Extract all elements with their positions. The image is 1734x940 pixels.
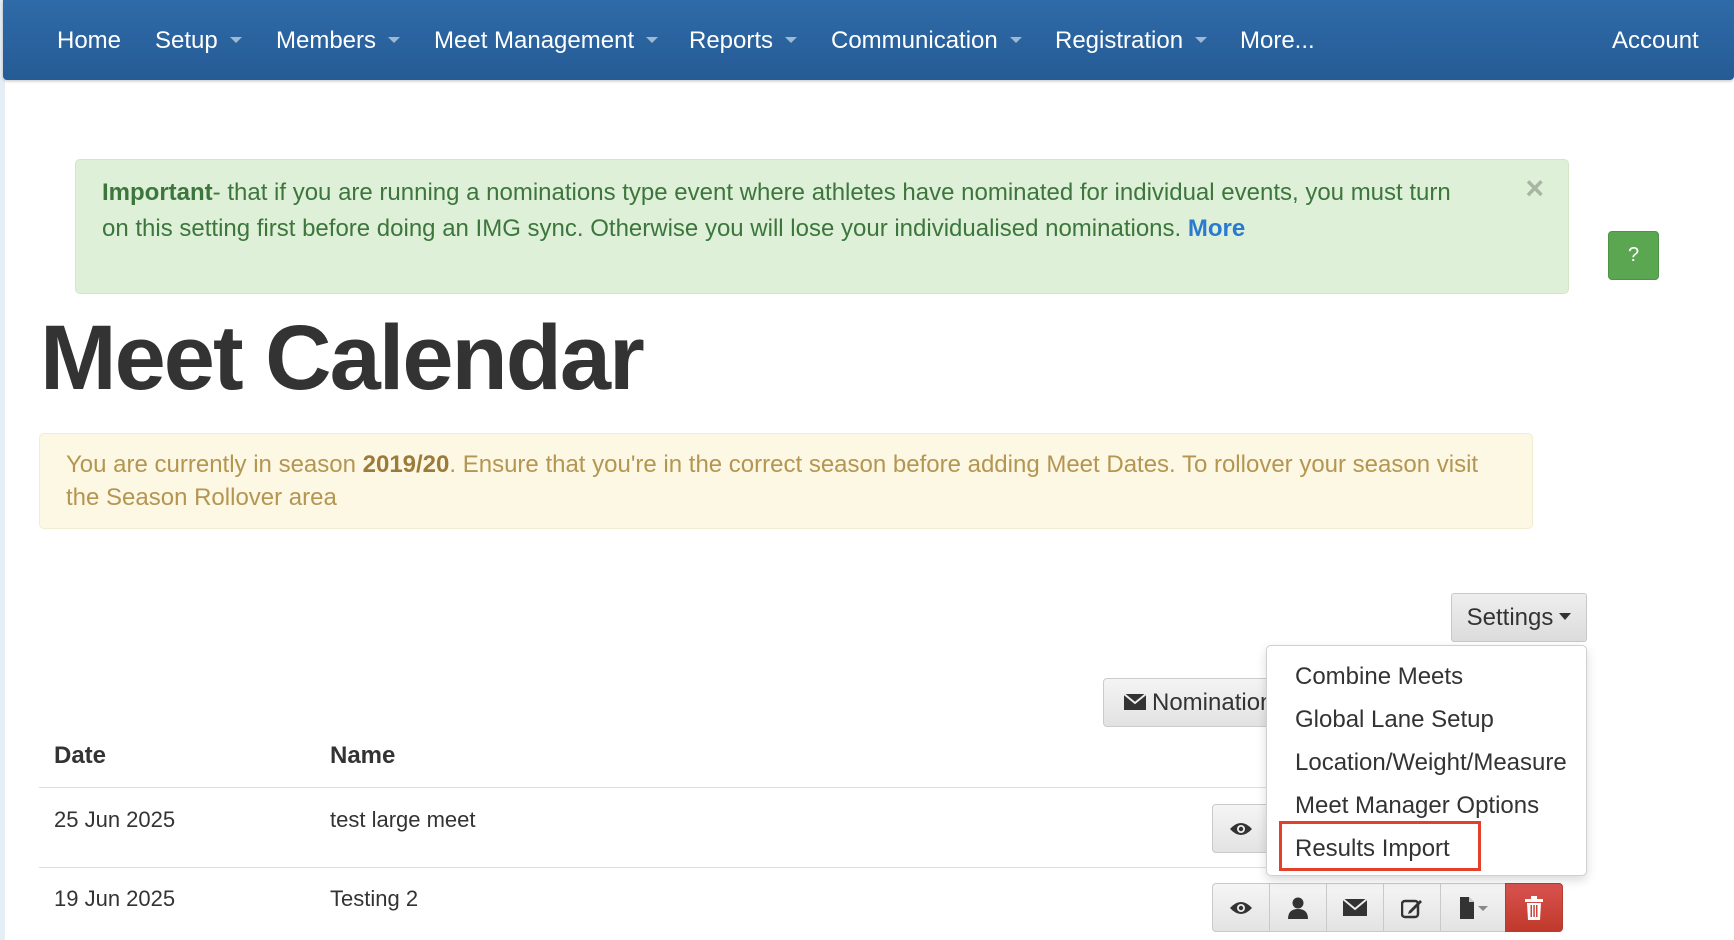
caret-down-icon (1009, 36, 1022, 43)
important-alert: Important- that if you are running a nom… (75, 159, 1569, 294)
caret-down-icon (388, 36, 401, 43)
left-edge-strip (0, 0, 5, 940)
table-header-name: Name (330, 742, 396, 769)
file-icon (1460, 896, 1488, 919)
envelope-icon (1343, 899, 1367, 916)
caret-down-icon (1195, 36, 1208, 43)
row-date: 25 Jun 2025 (54, 807, 176, 832)
delete-button[interactable] (1505, 883, 1563, 932)
nav-communication[interactable]: Communication (831, 26, 1022, 56)
menu-item-combine-meets[interactable]: Combine Meets (1267, 655, 1586, 698)
nav-reports[interactable]: Reports (689, 26, 798, 56)
email-button[interactable] (1326, 883, 1384, 932)
important-alert-text: Important- that if you are running a nom… (102, 179, 1451, 242)
help-button[interactable]: ? (1608, 231, 1659, 280)
row-name[interactable]: Testing 2 (330, 886, 418, 912)
row-name[interactable]: test large meet (330, 807, 476, 833)
more-link[interactable]: More (1188, 215, 1245, 242)
table-header-date: Date (54, 742, 107, 769)
nav-setup[interactable]: Setup (155, 26, 242, 56)
season-alert-text: You are currently in season 2019/20. Ens… (66, 451, 1479, 511)
caret-down-icon (1559, 613, 1572, 621)
menu-item-location-weight-measure[interactable]: Location/Weight/Measure (1267, 741, 1586, 784)
nav-account[interactable]: Account (1612, 26, 1699, 56)
season-alert: You are currently in season 2019/20. Ens… (39, 433, 1533, 529)
view-button[interactable] (1212, 883, 1270, 932)
settings-button[interactable]: Settings (1451, 593, 1587, 642)
documents-dropdown-button[interactable] (1440, 883, 1506, 932)
nav-registration[interactable]: Registration (1055, 26, 1208, 56)
nav-more[interactable]: More... (1240, 26, 1315, 56)
menu-item-results-import[interactable]: Results Import (1267, 827, 1586, 870)
edit-icon (1401, 899, 1422, 918)
close-icon[interactable]: × (1525, 172, 1544, 204)
settings-dropdown-menu: Combine Meets Global Lane Setup Location… (1266, 645, 1587, 876)
caret-down-icon (229, 36, 242, 43)
page-title: Meet Calendar (40, 307, 645, 409)
edit-button[interactable] (1383, 883, 1441, 932)
menu-item-meet-manager-options[interactable]: Meet Manager Options (1267, 784, 1586, 827)
caret-down-icon (785, 36, 798, 43)
row-date: 19 Jun 2025 (54, 886, 176, 911)
eye-icon (1230, 901, 1252, 914)
nav-members[interactable]: Members (276, 26, 401, 56)
menu-item-global-lane-setup[interactable]: Global Lane Setup (1267, 698, 1586, 741)
row-actions (1212, 883, 1563, 932)
eye-icon (1230, 822, 1252, 835)
envelope-icon (1124, 693, 1146, 710)
nav-meet-management[interactable]: Meet Management (434, 26, 659, 56)
nav-home[interactable]: Home (57, 26, 121, 56)
athletes-button[interactable] (1269, 883, 1327, 932)
season-value: 2019/20 (362, 451, 450, 478)
row-actions (1212, 804, 1270, 853)
view-button[interactable] (1212, 804, 1270, 853)
important-label: Important (102, 179, 213, 206)
top-navbar: Home Setup Members Meet Management Repor… (3, 0, 1734, 80)
user-icon (1288, 897, 1308, 919)
caret-down-icon (646, 36, 659, 43)
trash-icon (1525, 895, 1543, 920)
